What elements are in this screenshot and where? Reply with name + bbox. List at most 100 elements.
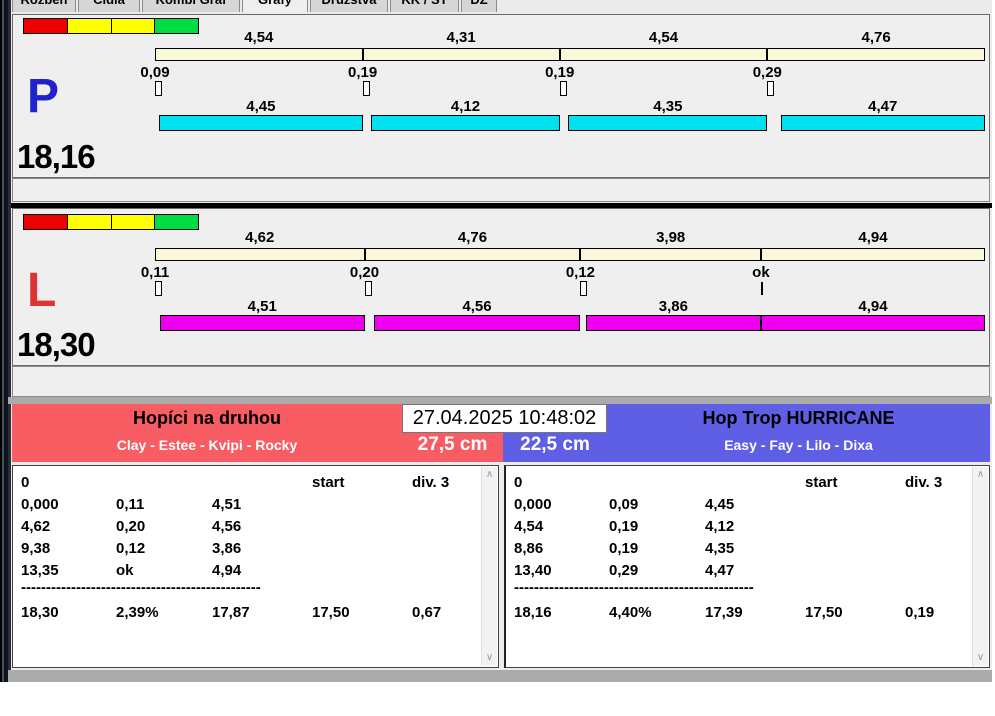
cell: div. 3 <box>412 474 476 491</box>
changeover-loss-label: 0,19 <box>323 64 403 81</box>
cell: 18,16 <box>514 604 609 621</box>
segment-divider <box>364 249 366 260</box>
lane-letter: L <box>27 267 56 315</box>
changeover-loss-marker <box>767 81 774 96</box>
cell: 0,29 <box>609 562 705 579</box>
gross-time-label: 4,54 <box>219 29 299 46</box>
table-row: 4,54 0,19 4,12 <box>514 515 967 537</box>
gross-time-bar <box>155 48 985 61</box>
tab-rozbeh[interactable]: Rozbeh <box>12 0 76 12</box>
table-content: 0 start div. 3 0,000 0,09 4,45 4,54 0,19… <box>514 471 967 623</box>
gross-time-label: 4,76 <box>432 229 512 246</box>
cell: 3,86 <box>212 540 312 557</box>
table-row: 13,35 ok 4,94 <box>21 559 476 581</box>
changeover-loss-marker <box>363 81 370 96</box>
light-yellow-2 <box>112 19 156 33</box>
net-time-label: 3,86 <box>633 298 713 315</box>
table-row: 9,38 0,12 3,86 <box>21 537 476 559</box>
cell: 17,50 <box>805 604 905 621</box>
team-table-left: 0 start div. 3 0,000 0,11 4,51 4,62 0,20… <box>12 465 499 668</box>
cell: 0,11 <box>116 496 212 513</box>
cell: 0,000 <box>514 496 609 513</box>
gray-strip-bottom <box>8 670 992 682</box>
changeover-loss-marker <box>365 281 372 296</box>
cell: 0,20 <box>116 518 212 535</box>
cell: 4,94 <box>212 562 312 579</box>
changeover-loss-marker <box>155 81 162 96</box>
cell: 17,87 <box>212 604 312 621</box>
changeover-loss-label: 0,11 <box>115 264 195 281</box>
table-scrollbar[interactable]: ∧ ∨ <box>481 467 497 666</box>
cell: 9,38 <box>21 540 116 557</box>
segment-divider <box>559 49 561 60</box>
tab-dz[interactable]: DZ <box>461 0 497 12</box>
team-table-right: 0 start div. 3 0,000 0,09 4,45 4,54 0,19… <box>504 465 990 668</box>
gray-strip <box>8 397 992 404</box>
net-time-label: 4,12 <box>426 98 506 115</box>
table-scrollbar[interactable]: ∧ ∨ <box>972 467 988 666</box>
net-time-label: 4,51 <box>222 298 302 315</box>
cell: 4,56 <box>212 518 312 535</box>
tab-cidla[interactable]: Cidla <box>78 0 140 12</box>
gross-time-label: 4,76 <box>836 29 916 46</box>
segment-divider <box>766 49 768 60</box>
cell: 8,86 <box>514 540 609 557</box>
lane-split-chart: 4,620,114,514,760,204,563,980,123,864,94… <box>155 215 985 337</box>
net-time-bar <box>371 115 559 131</box>
scroll-down-icon[interactable]: ∨ <box>973 652 988 664</box>
changeover-loss-marker <box>560 81 567 96</box>
changeover-loss-label: ok <box>721 264 801 281</box>
table-header-row: 0 start div. 3 <box>514 471 967 493</box>
cell: 4,51 <box>212 496 312 513</box>
cell: div. 3 <box>905 474 967 491</box>
net-time-bar <box>160 315 365 331</box>
segment-divider <box>579 249 581 260</box>
lane-letter: P <box>27 73 59 121</box>
cell: ok <box>116 562 212 579</box>
gross-time-label: 4,31 <box>421 29 501 46</box>
table-row: 4,62 0,20 4,56 <box>21 515 476 537</box>
tab-kombi-graf[interactable]: Kombi Graf <box>142 0 240 12</box>
team-dogs: Easy - Fay - Lilo - Dixa <box>607 437 990 453</box>
table-content: 0 start div. 3 0,000 0,11 4,51 4,62 0,20… <box>21 471 476 623</box>
cell: 0 <box>21 474 116 491</box>
net-time-label: 4,47 <box>843 98 923 115</box>
cell: 17,50 <box>312 604 412 621</box>
cell: 17,39 <box>705 604 805 621</box>
team-dogs: Clay - Estee - Kvipi - Rocky <box>12 437 402 453</box>
net-time-bar <box>781 115 985 131</box>
background-window-edge <box>0 0 11 682</box>
lane-split-chart: 4,540,094,454,310,194,124,540,194,354,76… <box>155 15 985 137</box>
table-divider: ----------------------------------------… <box>21 581 313 597</box>
net-time-bar <box>761 315 985 331</box>
gross-time-label: 4,54 <box>624 29 704 46</box>
changeover-loss-marker <box>580 281 587 296</box>
scroll-up-icon[interactable]: ∧ <box>482 469 497 481</box>
tab-druzstva[interactable]: Družstva <box>310 0 388 12</box>
timing-app-window: Rozbeh Cidla Kombi Graf Grafy Družstva K… <box>0 0 995 716</box>
tab-grafy[interactable]: Grafy <box>242 0 308 12</box>
table-row: 8,86 0,19 4,35 <box>514 537 967 559</box>
changeover-loss-label: 0,29 <box>727 64 807 81</box>
table-header-row: 0 start div. 3 <box>21 471 476 493</box>
table-row: 0,000 0,09 4,45 <box>514 493 967 515</box>
scroll-up-icon[interactable]: ∧ <box>973 469 988 481</box>
cell: start <box>805 474 905 491</box>
tab-kk-st[interactable]: KK / ST <box>390 0 459 12</box>
cell: 0,12 <box>116 540 212 557</box>
light-yellow-1 <box>68 215 112 229</box>
table-totals-row: 18,16 4,40% 17,39 17,50 0,19 <box>514 601 967 623</box>
team-name: Hopíci na druhou <box>12 408 402 429</box>
gross-time-label: 3,98 <box>631 229 711 246</box>
jump-height: 27,5 cm <box>402 434 503 456</box>
changeover-loss-label: 0,19 <box>520 64 600 81</box>
cell: 4,47 <box>705 562 805 579</box>
light-yellow-2 <box>112 215 156 229</box>
cell: 4,62 <box>21 518 116 535</box>
datetime-display: 27.04.2025 10:48:02 <box>402 404 607 433</box>
table-divider: ----------------------------------------… <box>514 581 806 597</box>
light-yellow-1 <box>68 19 112 33</box>
scroll-down-icon[interactable]: ∨ <box>482 652 497 664</box>
gross-time-label: 4,62 <box>220 229 300 246</box>
table-row: 13,40 0,29 4,47 <box>514 559 967 581</box>
